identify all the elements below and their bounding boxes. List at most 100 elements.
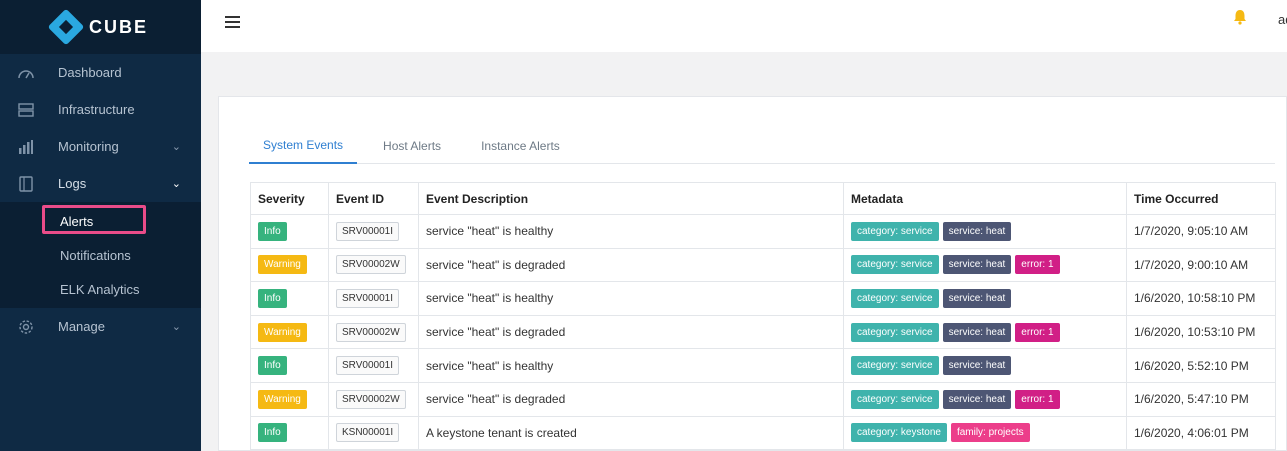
table-row[interactable]: Warning SRV00002W service "heat" is degrad… xyxy=(250,314,1276,350)
table-header-row: Severity Event ID Event Description Meta… xyxy=(250,182,1276,215)
severity-badge: Warning xyxy=(258,322,307,342)
column-header-event-description[interactable]: Event Description xyxy=(418,182,844,215)
event-description-cell: service "heat" is degraded xyxy=(418,381,844,417)
hamburger-menu-icon[interactable] xyxy=(225,16,240,28)
event-description-cell: service "heat" is degraded xyxy=(418,314,844,350)
alerts-card: System Events Host Alerts Instance Alert… xyxy=(218,96,1287,451)
sidebar-item-manage[interactable]: Manage ⌄ xyxy=(0,308,201,345)
log-icon xyxy=(17,175,35,193)
metadata-cell: category: service service: heat xyxy=(843,348,1127,383)
metadata-cell: category: service service: heat error: 1 xyxy=(843,247,1127,283)
event-id-badge: SRV00001I xyxy=(336,356,399,376)
event-description-cell: service "heat" is healthy xyxy=(418,281,844,316)
sidebar-subitem-elk-analytics[interactable]: ELK Analytics xyxy=(0,272,201,306)
bar-chart-icon xyxy=(17,138,35,156)
tab-bar: System Events Host Alerts Instance Alert… xyxy=(249,127,1275,164)
severity-badge: Info xyxy=(258,423,287,443)
metadata-tag: service: heat xyxy=(942,356,1012,376)
sidebar-item-infrastructure[interactable]: Infrastructure xyxy=(0,91,201,128)
sidebar-item-label: Monitoring xyxy=(58,139,119,154)
severity-badge: Info xyxy=(258,356,287,376)
tab-instance-alerts[interactable]: Instance Alerts xyxy=(467,127,574,164)
tab-host-alerts[interactable]: Host Alerts xyxy=(369,127,455,164)
brand[interactable]: CUBE xyxy=(0,0,201,54)
time-occurred-cell: 1/6/2020, 5:47:10 PM xyxy=(1126,381,1276,417)
metadata-tag: error: 1 xyxy=(1015,389,1060,409)
sidebar-item-dashboard[interactable]: Dashboard xyxy=(0,54,201,91)
metadata-tag: category: service xyxy=(851,322,939,342)
speedometer-icon xyxy=(17,64,35,82)
metadata-cell: category: service service: heat xyxy=(843,214,1127,249)
metadata-tag: service: heat xyxy=(942,389,1012,409)
event-description-cell: service "heat" is degraded xyxy=(418,247,844,283)
chevron-down-icon: ⌄ xyxy=(171,321,181,333)
sidebar-item-label: Infrastructure xyxy=(58,102,135,117)
alerts-highlight-box xyxy=(42,205,146,234)
event-id-cell: SRV00002W xyxy=(328,381,419,417)
table-row[interactable]: Info SRV00001I service "heat" is healthy ca… xyxy=(250,214,1276,249)
time-occurred-cell: 1/6/2020, 10:58:10 PM xyxy=(1126,281,1276,316)
sidebar-item-label: Manage xyxy=(58,319,105,334)
severity-cell: Info xyxy=(250,214,329,249)
event-id-cell: KSN00001I xyxy=(328,415,419,451)
metadata-tag: service: heat xyxy=(942,221,1012,241)
event-id-cell: SRV00002W xyxy=(328,314,419,350)
event-id-badge: SRV00002W xyxy=(336,389,406,409)
event-id-badge: SRV00001I xyxy=(336,288,399,308)
server-icon xyxy=(17,101,35,119)
cube-logo-icon xyxy=(47,8,85,46)
metadata-tag: error: 1 xyxy=(1015,322,1060,342)
metadata-tag: error: 1 xyxy=(1015,255,1060,275)
metadata-tag: category: service xyxy=(851,356,939,376)
severity-cell: Info xyxy=(250,348,329,383)
event-id-cell: SRV00001I xyxy=(328,281,419,316)
event-id-badge: KSN00001I xyxy=(336,423,400,443)
severity-badge: Warning xyxy=(258,255,307,275)
table-row[interactable]: Warning SRV00002W service "heat" is degrad… xyxy=(250,247,1276,283)
event-id-cell: SRV00001I xyxy=(328,348,419,383)
event-description-cell: service "heat" is healthy xyxy=(418,214,844,249)
sidebar: CUBE Dashboard Infrastructure Monitoring… xyxy=(0,0,201,451)
metadata-tag: service: heat xyxy=(942,255,1012,275)
sidebar-item-label: Dashboard xyxy=(58,65,122,80)
column-header-metadata[interactable]: Metadata xyxy=(843,182,1127,215)
metadata-cell: category: service service: heat xyxy=(843,281,1127,316)
event-description-cell: service "heat" is healthy xyxy=(418,348,844,383)
severity-cell: Info xyxy=(250,281,329,316)
time-occurred-cell: 1/6/2020, 4:06:01 PM xyxy=(1126,415,1276,451)
brand-name: CUBE xyxy=(88,16,148,37)
severity-badge: Info xyxy=(258,221,287,241)
metadata-tag: category: service xyxy=(851,221,939,241)
tab-system-events[interactable]: System Events xyxy=(249,127,358,164)
severity-badge: Info xyxy=(258,288,287,308)
user-name[interactable]: ad xyxy=(1278,12,1287,27)
event-id-badge: SRV00002W xyxy=(336,322,406,342)
topbar: ad xyxy=(201,0,1287,52)
metadata-cell: category: keystone family: projects xyxy=(843,415,1127,451)
sidebar-subitem-label: Notifications xyxy=(60,247,131,263)
time-occurred-cell: 1/7/2020, 9:05:10 AM xyxy=(1126,214,1276,249)
metadata-tag: service: heat xyxy=(942,322,1012,342)
time-occurred-cell: 1/6/2020, 5:52:10 PM xyxy=(1126,348,1276,383)
metadata-tag: service: heat xyxy=(942,288,1012,308)
table-row[interactable]: Info SRV00001I service "heat" is healthy ca… xyxy=(250,281,1276,316)
severity-badge: Warning xyxy=(258,389,307,409)
column-header-time-occurred[interactable]: Time Occurred xyxy=(1126,182,1276,215)
table-row[interactable]: Info SRV00001I service "heat" is healthy ca… xyxy=(250,348,1276,383)
column-header-event-id[interactable]: Event ID xyxy=(328,182,419,215)
bell-icon[interactable] xyxy=(1231,8,1249,26)
events-table: Severity Event ID Event Description Meta… xyxy=(250,182,1276,451)
sidebar-subitem-notifications[interactable]: Notifications xyxy=(0,238,201,272)
event-id-badge: SRV00002W xyxy=(336,255,406,275)
severity-cell: Info xyxy=(250,415,329,451)
event-description-cell: A keystone tenant is created xyxy=(418,415,844,451)
chevron-down-icon: ⌄ xyxy=(171,141,181,153)
table-row[interactable]: Info KSN00001I A keystone tenant is create… xyxy=(250,415,1276,451)
table-row[interactable]: Warning SRV00002W service "heat" is degrad… xyxy=(250,381,1276,417)
metadata-tag: category: keystone xyxy=(851,423,947,443)
event-id-cell: SRV00002W xyxy=(328,247,419,283)
column-header-severity[interactable]: Severity xyxy=(250,182,329,215)
sidebar-item-monitoring[interactable]: Monitoring ⌄ xyxy=(0,128,201,165)
metadata-tag: category: service xyxy=(851,255,939,275)
sidebar-item-logs[interactable]: Logs ⌄ xyxy=(0,165,201,202)
